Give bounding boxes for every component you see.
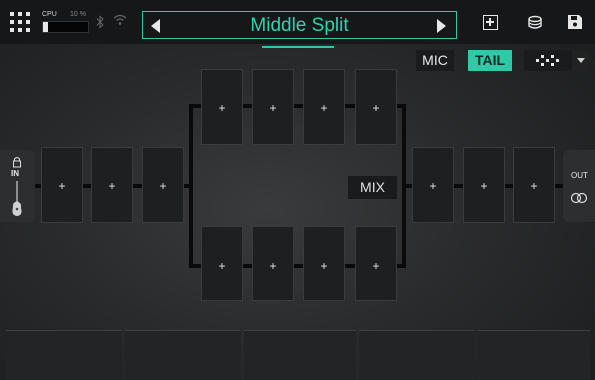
fx-slot-post-3[interactable]: + — [513, 147, 555, 223]
stereo-icon — [570, 192, 588, 204]
slot-add-label: + — [530, 179, 538, 193]
fx-slot-pre-3[interactable]: + — [142, 147, 184, 223]
save-icon[interactable] — [567, 14, 583, 30]
add-icon[interactable] — [483, 15, 498, 30]
fx-slot-post-1[interactable]: + — [412, 147, 454, 223]
bottom-panel-5[interactable] — [477, 330, 590, 380]
cpu-label: CPU — [42, 11, 57, 18]
bottom-panel-2[interactable] — [125, 330, 241, 380]
slot-add-label: + — [218, 259, 226, 273]
lock-icon — [13, 157, 21, 168]
input-tab[interactable] — [0, 150, 35, 222]
next-arrow-icon[interactable] — [437, 19, 446, 33]
cpu-value: 10 % — [70, 11, 86, 18]
cpu-meter — [42, 21, 89, 33]
fx-slot-path-b-3[interactable]: + — [303, 226, 345, 301]
fx-slot-path-b-4[interactable]: + — [355, 226, 397, 301]
slot-add-label: + — [159, 179, 167, 193]
slot-add-label: + — [218, 101, 226, 115]
slot-add-label: + — [320, 259, 328, 273]
preset-underline — [262, 46, 334, 48]
mix-block[interactable]: MIX — [348, 176, 397, 199]
wifi-icon — [113, 14, 127, 25]
chevron-down-icon[interactable] — [573, 50, 588, 71]
preset-name[interactable]: Middle Split — [143, 15, 456, 37]
cpu-meter-fill — [43, 22, 48, 32]
output-tab[interactable] — [563, 150, 595, 222]
preset-selector[interactable]: Middle Split — [142, 11, 457, 39]
fx-slot-post-2[interactable]: + — [463, 147, 505, 223]
drum-icon[interactable] — [527, 14, 543, 32]
slot-add-label: + — [58, 179, 66, 193]
slot-add-label: + — [320, 101, 328, 115]
input-label: IN — [11, 169, 19, 178]
guitar-icon — [12, 181, 22, 216]
fx-slot-path-a-2[interactable]: + — [252, 69, 294, 145]
top-bar: CPU 10 % Middle Split — [0, 0, 595, 44]
grid-menu-icon[interactable] — [10, 12, 30, 32]
wire-split-left — [189, 104, 193, 268]
mic-button[interactable]: MIC — [416, 50, 454, 71]
slot-add-label: + — [108, 179, 116, 193]
output-label: OUT — [571, 171, 588, 180]
bluetooth-icon — [96, 15, 104, 29]
slot-add-label: + — [269, 101, 277, 115]
fx-slot-path-b-2[interactable]: + — [252, 226, 294, 301]
wire-split-right — [402, 104, 406, 268]
fx-slot-pre-1[interactable]: + — [41, 147, 83, 223]
slot-add-label: + — [269, 259, 277, 273]
slot-add-label: + — [480, 179, 488, 193]
slot-add-label: + — [372, 259, 380, 273]
bottom-panel-3[interactable] — [244, 330, 356, 380]
fx-slot-path-a-3[interactable]: + — [303, 69, 345, 145]
slot-add-label: + — [429, 179, 437, 193]
slot-add-label: + — [372, 101, 380, 115]
bottom-panel-4[interactable] — [359, 330, 474, 380]
fx-slot-path-b-1[interactable]: + — [201, 226, 243, 301]
bottom-panel-1[interactable] — [6, 330, 122, 380]
fx-slot-path-a-4[interactable]: + — [355, 69, 397, 145]
tail-button[interactable]: TAIL — [468, 50, 512, 71]
fx-slot-path-a-1[interactable]: + — [201, 69, 243, 145]
layout-icon[interactable] — [524, 50, 572, 71]
fx-slot-pre-2[interactable]: + — [91, 147, 133, 223]
